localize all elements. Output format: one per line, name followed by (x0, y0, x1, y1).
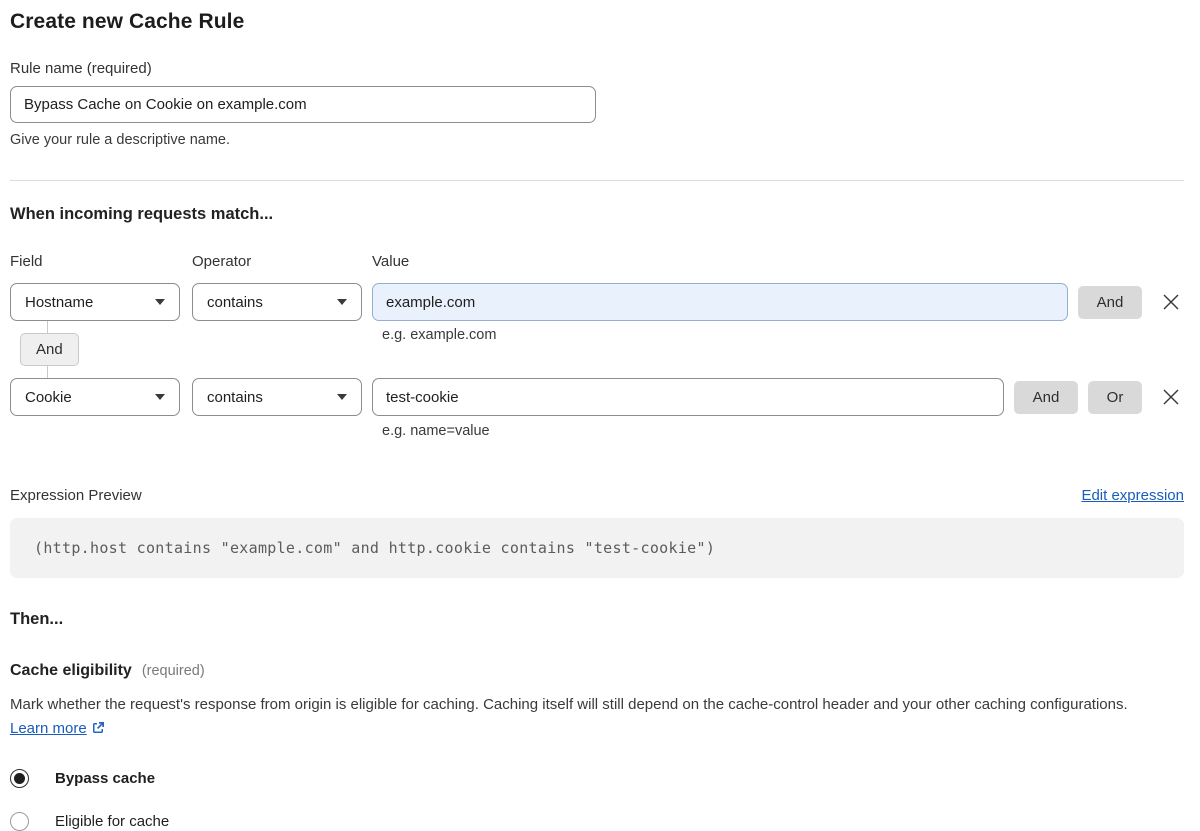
operator-select-value: contains (207, 388, 263, 406)
value-hint: e.g. example.com (382, 327, 497, 343)
operator-select-value: contains (207, 293, 263, 311)
close-icon (1163, 294, 1179, 310)
expression-preview-code: (http.host contains "example.com" and ht… (10, 518, 1184, 578)
add-or-condition-button[interactable]: Or (1088, 380, 1142, 414)
chevron-down-icon (155, 299, 165, 305)
field-select-value: Cookie (25, 388, 72, 406)
field-column-label: Field (10, 253, 43, 270)
value-hint: e.g. name=value (382, 423, 490, 439)
and-connector-button[interactable]: And (20, 333, 79, 366)
then-heading: Then... (10, 610, 64, 628)
value-input[interactable] (372, 378, 1004, 416)
add-and-condition-button[interactable]: And (1078, 285, 1142, 319)
remove-condition-button[interactable] (1158, 289, 1184, 315)
close-icon (1163, 389, 1179, 405)
cache-eligibility-heading: Cache eligibility (10, 662, 132, 679)
learn-more-link[interactable]: Learn more (10, 720, 87, 737)
operator-select[interactable]: contains (192, 283, 362, 321)
cache-eligibility-heading-row: Cache eligibility (required) (10, 662, 1184, 680)
cache-eligibility-description: Mark whether the request's response from… (10, 693, 1170, 743)
condition-row: Cookie contains And Or (10, 378, 1184, 416)
condition-column-labels: Field Operator Value (10, 253, 1184, 270)
rule-name-label: Rule name (required) (10, 60, 152, 77)
chevron-down-icon (155, 394, 165, 400)
create-cache-rule-page: Create new Cache Rule Rule name (require… (0, 0, 1200, 831)
value-column-label: Value (372, 253, 410, 270)
edit-expression-link[interactable]: Edit expression (1081, 487, 1184, 504)
page-title: Create new Cache Rule (10, 10, 245, 33)
field-select-value: Hostname (25, 293, 94, 311)
field-select[interactable]: Cookie (10, 378, 180, 416)
condition-connector-zone: And e.g. example.com (10, 321, 1184, 378)
radio-option-eligible-for-cache[interactable]: Eligible for cache (10, 812, 1184, 831)
expression-preview-label: Expression Preview (10, 487, 142, 504)
condition-row: Hostname contains And (10, 283, 1184, 321)
radio-label: Bypass cache (55, 770, 156, 787)
remove-condition-button[interactable] (1158, 384, 1184, 410)
add-and-condition-button[interactable]: And (1014, 380, 1078, 414)
match-heading: When incoming requests match... (10, 205, 274, 223)
expression-header: Expression Preview Edit expression (10, 487, 1184, 504)
chevron-down-icon (337, 394, 347, 400)
rule-name-input[interactable] (10, 86, 596, 123)
external-link-icon (91, 719, 106, 743)
operator-column-label: Operator (192, 253, 252, 270)
field-select[interactable]: Hostname (10, 283, 180, 321)
required-note: (required) (141, 663, 205, 679)
radio-unselected-icon[interactable] (10, 812, 29, 831)
section-divider (10, 180, 1184, 181)
description-text: Mark whether the request's response from… (10, 696, 1128, 713)
value-input[interactable] (372, 283, 1068, 321)
chevron-down-icon (337, 299, 347, 305)
rule-name-help: Give your rule a descriptive name. (10, 132, 231, 148)
radio-selected-icon[interactable] (10, 769, 29, 788)
operator-select[interactable]: contains (192, 378, 362, 416)
radio-label: Eligible for cache (55, 813, 170, 830)
radio-option-bypass-cache[interactable]: Bypass cache (10, 769, 1184, 788)
